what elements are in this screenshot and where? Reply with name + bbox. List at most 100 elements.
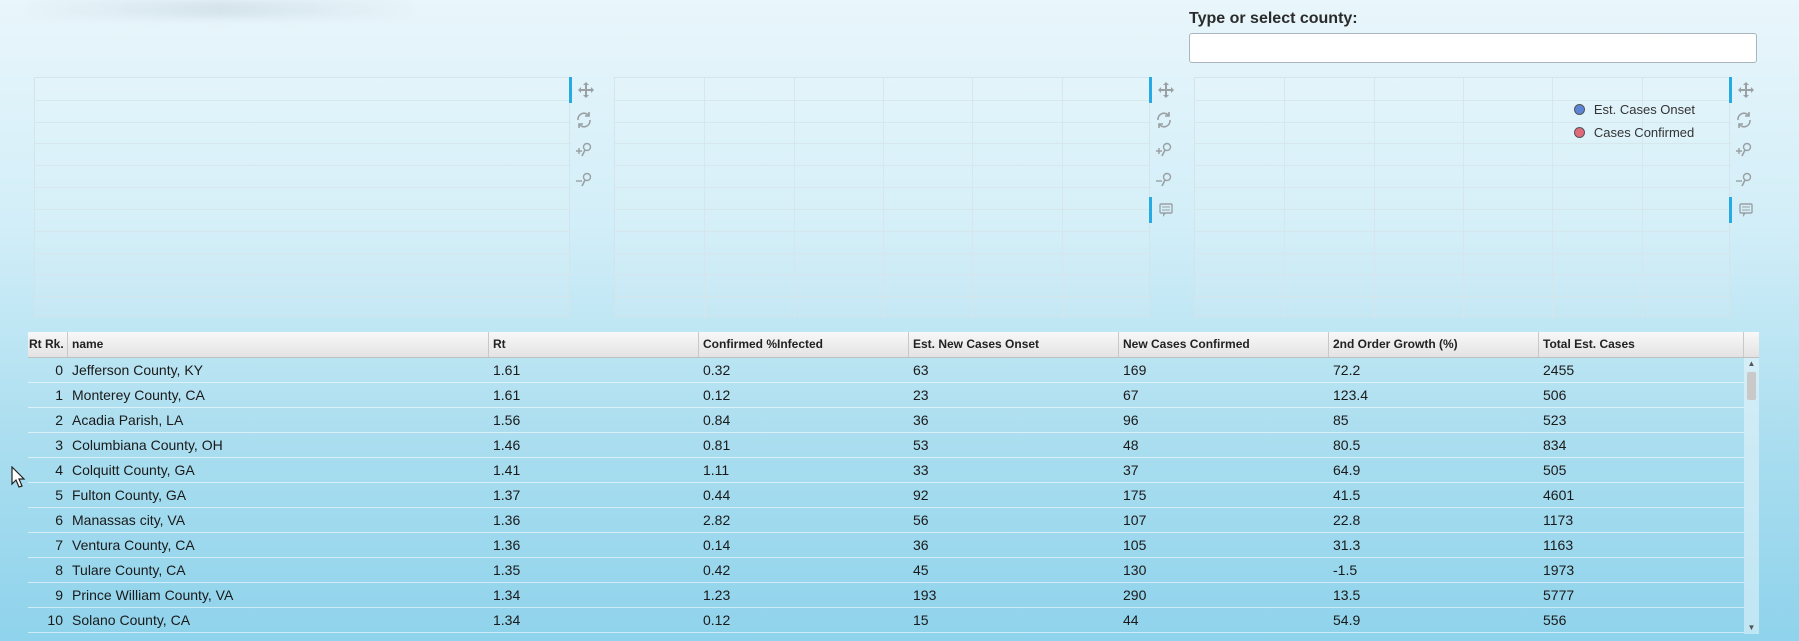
table-row[interactable]: 10 Solano County, CA 1.34 0.12 15 44 54.9 556 bbox=[28, 608, 1744, 633]
column-header[interactable]: Est. New Cases Onset bbox=[909, 332, 1119, 357]
legend-item-confirmed[interactable]: Cases Confirmed bbox=[1573, 121, 1695, 144]
table-cell: 0.12 bbox=[703, 612, 731, 628]
zoom-in-icon[interactable] bbox=[569, 137, 599, 163]
table-cell: 1173 bbox=[1543, 512, 1574, 528]
county-selector: Type or select county: bbox=[1189, 10, 1759, 63]
reset-icon[interactable] bbox=[569, 107, 599, 133]
pan-icon[interactable] bbox=[569, 77, 599, 103]
legend-label-onset: Est. Cases Onset bbox=[1593, 102, 1695, 117]
legend-item-onset[interactable]: Est. Cases Onset bbox=[1573, 98, 1695, 121]
table-cell: 290 bbox=[1123, 587, 1147, 603]
table-cell: 6 bbox=[55, 512, 63, 528]
plot-legend: Est. Cases Onset Cases Confirmed bbox=[1573, 98, 1695, 144]
hover-icon[interactable] bbox=[1149, 197, 1179, 223]
plot-area-onset-confirmed[interactable]: Est. Cases Onset Cases Confirmed bbox=[1194, 77, 1731, 318]
table-cell: 1 bbox=[55, 387, 63, 403]
table-cell: 33 bbox=[913, 462, 929, 478]
pan-icon[interactable] bbox=[1729, 77, 1759, 103]
table-cell: 63 bbox=[913, 362, 929, 378]
table-cell: 1.41 bbox=[493, 462, 521, 478]
table-cell: Solano County, CA bbox=[72, 612, 191, 628]
table-cell: 2455 bbox=[1543, 362, 1575, 378]
column-header[interactable]: name bbox=[68, 332, 489, 357]
table-cell: 15 bbox=[913, 612, 929, 628]
table-cell: 56 bbox=[913, 512, 929, 528]
column-header[interactable]: 2nd Order Growth (%) bbox=[1329, 332, 1539, 357]
column-header[interactable]: New Cases Confirmed bbox=[1119, 332, 1329, 357]
table-row[interactable]: 2 Acadia Parish, LA 1.56 0.84 36 96 85 523 bbox=[28, 408, 1744, 433]
table-row[interactable]: 9 Prince William County, VA 1.34 1.23 193 290… bbox=[28, 583, 1744, 608]
zoom-out-icon[interactable] bbox=[569, 167, 599, 193]
blurred-header-smudge bbox=[20, 0, 420, 18]
table-cell: 1.35 bbox=[493, 562, 521, 578]
table-cell: 85 bbox=[1333, 412, 1349, 428]
table-cell: Tulare County, CA bbox=[72, 562, 186, 578]
table-cell: 10 bbox=[47, 612, 63, 628]
reset-icon[interactable] bbox=[1729, 107, 1759, 133]
column-header[interactable]: Confirmed %Infected bbox=[699, 332, 909, 357]
table-row[interactable]: 6 Manassas city, VA 1.36 2.82 56 107 22.8 1173 bbox=[28, 508, 1744, 533]
table-cell: Ventura County, CA bbox=[72, 537, 195, 553]
table-cell: 1.56 bbox=[493, 412, 521, 428]
column-header[interactable]: Rt bbox=[489, 332, 699, 357]
zoom-in-icon[interactable] bbox=[1149, 137, 1179, 163]
table-cell: 9 bbox=[55, 587, 63, 603]
zoom-out-icon[interactable] bbox=[1149, 167, 1179, 193]
legend-dot-onset bbox=[1573, 104, 1585, 115]
table-cell: 53 bbox=[913, 437, 929, 453]
table-cell: 506 bbox=[1543, 387, 1567, 403]
table-cell: 169 bbox=[1123, 362, 1147, 378]
table-cell: 4601 bbox=[1543, 487, 1575, 503]
plot-toolbar-onset-confirmed bbox=[1729, 77, 1759, 317]
table-cell: Columbiana County, OH bbox=[72, 437, 223, 453]
table-cell: 31.3 bbox=[1333, 537, 1361, 553]
table-cell: 1.37 bbox=[493, 487, 521, 503]
table-row[interactable]: 8 Tulare County, CA 1.35 0.42 45 130 -1.5 1973 bbox=[28, 558, 1744, 583]
table-cell: Acadia Parish, LA bbox=[72, 412, 184, 428]
table-cell: 1.23 bbox=[703, 587, 731, 603]
table-cell: 123.4 bbox=[1333, 387, 1369, 403]
table-cell: 556 bbox=[1543, 612, 1567, 628]
table-cell: 834 bbox=[1543, 437, 1567, 453]
column-header[interactable]: Total Est. Cases bbox=[1539, 332, 1744, 357]
table-row[interactable]: 1 Monterey County, CA 1.61 0.12 23 67 123.4 506 bbox=[28, 383, 1744, 408]
plot-grid bbox=[35, 100, 571, 297]
table-cell: -1.5 bbox=[1333, 562, 1358, 578]
pan-icon[interactable] bbox=[1149, 77, 1179, 103]
table-cell: 22.8 bbox=[1333, 512, 1361, 528]
reset-icon[interactable] bbox=[1149, 107, 1179, 133]
table-cell: 0.14 bbox=[703, 537, 731, 553]
scroll-up-icon[interactable]: ▲ bbox=[1744, 358, 1759, 370]
table-row[interactable]: 5 Fulton County, GA 1.37 0.44 92 175 41.5 4601 bbox=[28, 483, 1744, 508]
table-row[interactable]: 4 Colquitt County, GA 1.41 1.11 33 37 64.9 505 bbox=[28, 458, 1744, 483]
table-cell: 54.9 bbox=[1333, 612, 1361, 628]
table-cell: 1.46 bbox=[493, 437, 521, 453]
county-input[interactable] bbox=[1189, 33, 1757, 63]
scroll-down-icon[interactable]: ▼ bbox=[1744, 622, 1759, 634]
plot-area-cases[interactable] bbox=[614, 77, 1151, 318]
zoom-in-icon[interactable] bbox=[1729, 137, 1759, 163]
table-cell: 0.32 bbox=[703, 362, 731, 378]
hover-icon[interactable] bbox=[1729, 197, 1759, 223]
table-cell: 7 bbox=[55, 537, 63, 553]
table-cell: 1.34 bbox=[493, 587, 521, 603]
table-row[interactable]: 0 Jefferson County, KY 1.61 0.32 63 169 72.2 24… bbox=[28, 358, 1744, 383]
zoom-out-icon[interactable] bbox=[1729, 167, 1759, 193]
table-cell: 80.5 bbox=[1333, 437, 1361, 453]
table-cell: 105 bbox=[1123, 537, 1147, 553]
table-cell: 5 bbox=[55, 487, 63, 503]
table-cell: 45 bbox=[913, 562, 929, 578]
table-row[interactable]: 7 Ventura County, CA 1.36 0.14 36 105 31.3 1163 bbox=[28, 533, 1744, 558]
table-cell: 193 bbox=[913, 587, 937, 603]
plot-toolbar-cases bbox=[1149, 77, 1179, 317]
table-scrollbar[interactable]: ▲ ▼ bbox=[1744, 358, 1759, 634]
table-cell: 1.11 bbox=[703, 462, 730, 478]
plot-area-rt[interactable] bbox=[34, 77, 571, 317]
scroll-thumb[interactable] bbox=[1747, 372, 1756, 400]
table-cell: 92 bbox=[913, 487, 929, 503]
column-header[interactable]: Rt Rk. bbox=[28, 332, 68, 357]
table-cell: Prince William County, VA bbox=[72, 587, 234, 603]
table-row[interactable]: 3 Columbiana County, OH 1.46 0.81 53 48 80.5 83… bbox=[28, 433, 1744, 458]
table-cell: 3 bbox=[55, 437, 63, 453]
county-rt-table: Rt Rk. name Rt Confirmed %Infected Est. New … bbox=[28, 332, 1759, 634]
